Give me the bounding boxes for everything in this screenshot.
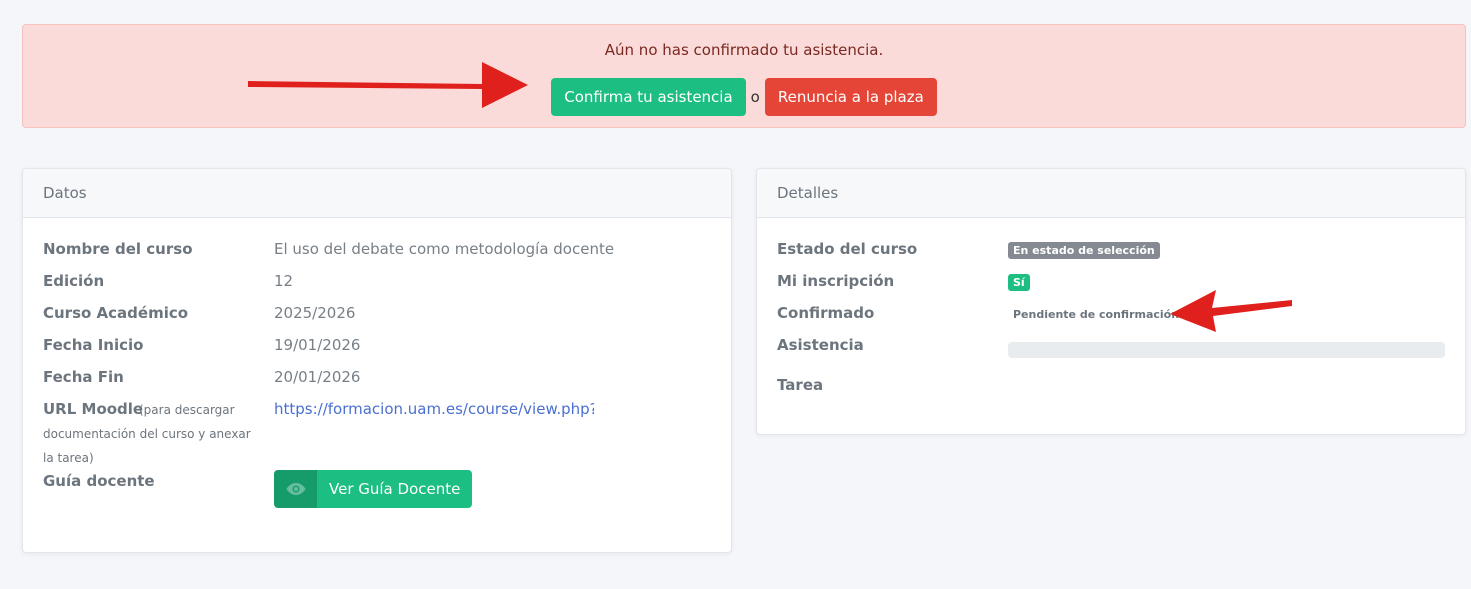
view-teaching-guide-label: Ver Guía Docente [317, 470, 473, 508]
alert-message: Aún no has confirmado tu asistencia. [604, 41, 884, 59]
moodle-note-line3: la tarea) [43, 451, 94, 465]
view-teaching-guide-button[interactable]: Ver Guía Docente [274, 470, 473, 508]
renounce-seat-button[interactable]: Renuncia a la plaza [764, 78, 937, 116]
moodle-note-line1: (para descargar [139, 403, 235, 417]
or-text: o [750, 88, 760, 106]
end-date-value: 20/01/2026 [274, 368, 361, 386]
attendance-label: Asistencia [777, 336, 864, 354]
moodle-url-link[interactable]: https://formacion.uam.es/course/view.php… [274, 400, 594, 418]
alert-actions: Confirma tu asistencia o Renuncia a la p… [23, 78, 1465, 116]
start-date-label: Fecha Inicio [43, 336, 144, 354]
task-label: Tarea [777, 376, 824, 394]
attendance-alert: Aún no has confirmado tu asistencia. Con… [22, 24, 1466, 128]
course-status-label: Estado del curso [777, 240, 918, 258]
my-enrollment-badge: Sí [1008, 274, 1030, 291]
my-enrollment-label: Mi inscripción [777, 272, 895, 290]
moodle-url-label: URL Moodle [43, 400, 144, 418]
attendance-progress-bar [1008, 342, 1445, 358]
course-name-value: El uso del debate como metodología docen… [274, 240, 615, 258]
academic-year-label: Curso Académico [43, 304, 189, 322]
detalles-card-title: Detalles [757, 169, 1465, 218]
detalles-card: Detalles [756, 168, 1466, 435]
annotation-arrow-status [1170, 290, 1292, 332]
annotation-arrow-confirm [248, 62, 528, 108]
datos-card-title: Datos [23, 169, 731, 218]
course-status-badge: En estado de selección [1008, 242, 1160, 259]
confirmation-status: Pendiente de confirmación [1013, 308, 1180, 321]
confirm-attendance-button[interactable]: Confirma tu asistencia [551, 78, 746, 116]
edition-label: Edición [43, 272, 105, 290]
confirmed-label: Confirmado [777, 304, 875, 322]
eye-icon [274, 470, 317, 508]
edition-value: 12 [274, 272, 294, 290]
academic-year-value: 2025/2026 [274, 304, 356, 322]
moodle-note-line2: documentación del curso y anexar [43, 427, 251, 441]
start-date-value: 19/01/2026 [274, 336, 361, 354]
end-date-label: Fecha Fin [43, 368, 124, 386]
teaching-guide-label: Guía docente [43, 472, 155, 490]
course-name-label: Nombre del curso [43, 240, 193, 258]
